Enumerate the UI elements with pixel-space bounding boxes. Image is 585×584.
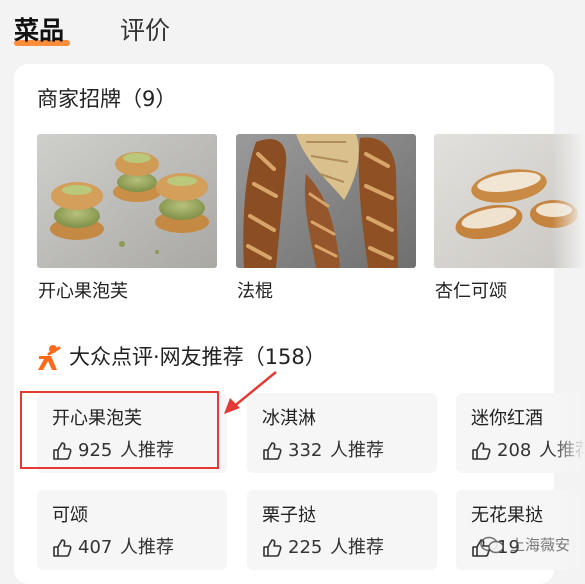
recommendation-item[interactable]: 栗子挞 225 人推荐 xyxy=(247,490,437,570)
recommendation-name: 迷你红酒 xyxy=(471,408,543,429)
signature-dish[interactable]: 杏仁可颂 xyxy=(434,134,585,302)
recommendation-item[interactable]: 可颂 407 人推荐 xyxy=(37,490,227,570)
recommendations-title: 大众点评·网友推荐（158） xyxy=(69,345,326,369)
thumbs-up-icon xyxy=(53,539,72,557)
recommendation-count: 407 xyxy=(78,537,113,558)
signature-dish[interactable]: 开心果泡芙 xyxy=(37,134,217,302)
signature-dish[interactable]: 法棍 xyxy=(236,134,416,302)
recommendation-name: 可颂 xyxy=(52,505,88,526)
recommendation-unit: 人推荐 xyxy=(120,537,174,558)
recommendation-unit: 人推荐 xyxy=(330,440,384,461)
wechat-icon xyxy=(480,536,504,554)
signature-section-title: 商家招牌（9） xyxy=(37,87,177,111)
recommendation-unit: 人推荐 xyxy=(330,537,384,558)
watermark-text: 上海薇安 xyxy=(510,536,571,554)
dish-name: 法棍 xyxy=(237,281,273,302)
baguette-image xyxy=(236,134,416,268)
recommendation-unit: 人推荐 xyxy=(120,440,174,461)
recommendation-item[interactable]: 开心果泡芙 925 人推荐 xyxy=(37,393,227,473)
recommendation-name: 开心果泡芙 xyxy=(52,408,142,429)
dianping-icon xyxy=(38,345,61,370)
tab-dishes[interactable]: 菜品 xyxy=(14,14,64,48)
thumbs-up-icon xyxy=(472,442,491,460)
thumbs-up-icon xyxy=(263,442,282,460)
recommendation-item[interactable]: 无花果挞 19 xyxy=(456,490,585,570)
recommendation-count: 225 xyxy=(288,537,323,558)
thumbs-up-icon xyxy=(53,442,72,460)
dish-name: 杏仁可颂 xyxy=(435,281,507,302)
tab-bar: 菜品 评价 xyxy=(0,0,585,60)
thumbs-up-icon xyxy=(263,539,282,557)
recommendations-header: 大众点评·网友推荐（158） xyxy=(37,342,557,374)
recommendation-count: 208 xyxy=(497,440,532,461)
recommendation-name: 栗子挞 xyxy=(262,505,316,526)
almond-croissant-image xyxy=(434,134,585,268)
recommendation-count: 925 xyxy=(78,440,113,461)
tab-reviews[interactable]: 评价 xyxy=(120,14,170,48)
recommendation-count: 332 xyxy=(288,440,323,461)
pistachio-puff-image xyxy=(37,134,217,268)
dish-name: 开心果泡芙 xyxy=(38,281,128,302)
recommendation-unit: 人推荐 xyxy=(539,440,585,461)
recommendation-name: 无花果挞 xyxy=(471,505,543,526)
annotation-arrow-icon xyxy=(224,371,277,414)
recommendation-item[interactable]: 迷你红酒 208 人推荐 xyxy=(456,393,585,473)
